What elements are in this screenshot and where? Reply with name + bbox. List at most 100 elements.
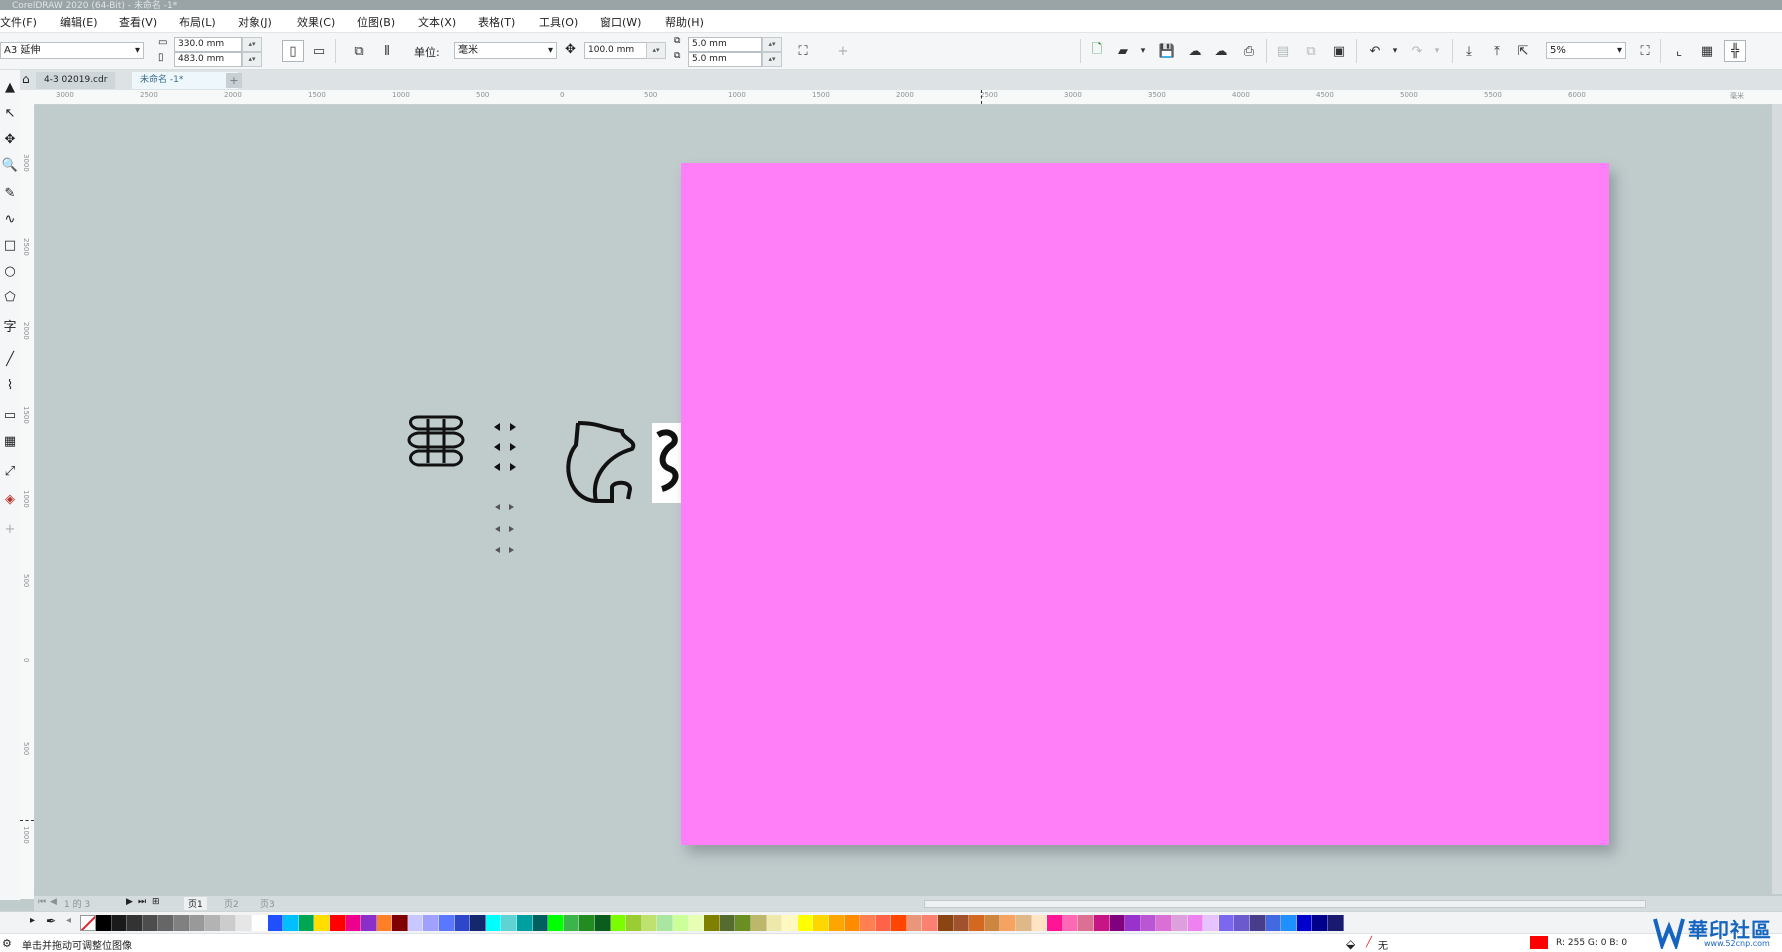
rectangle-tool[interactable]: □ [0,234,20,256]
shadow-tool[interactable]: ▭ [0,404,20,426]
color-swatch[interactable] [641,915,658,931]
color-swatch[interactable] [485,915,502,931]
color-swatch[interactable] [1203,915,1219,931]
color-swatch[interactable] [750,915,767,931]
add-page-button[interactable]: ⊞ [152,897,160,907]
color-swatch[interactable] [470,915,486,931]
unit-select[interactable]: 毫米 ▾ [454,42,557,59]
menu-edit[interactable]: 编辑(E) [60,14,98,30]
menu-effects[interactable]: 效果(C) [297,14,335,30]
duplicate-x-input[interactable]: 5.0 mm [688,37,762,52]
page-tab-3[interactable]: 页3 [260,897,275,910]
menu-window[interactable]: 窗口(W) [600,14,641,30]
color-swatch[interactable] [1031,915,1048,931]
dup-x-spinner[interactable]: ▴▾ [762,37,782,52]
menu-help[interactable]: 帮助(H) [665,14,704,30]
color-swatch[interactable] [1094,915,1110,931]
redo-dropdown-button[interactable]: ▾ [1426,40,1448,62]
menu-layout[interactable]: 布局(L) [179,14,216,30]
eyedropper-tool[interactable]: ⤢ [0,460,20,482]
color-swatch[interactable] [236,915,252,931]
color-swatch[interactable] [361,915,377,931]
color-swatch[interactable] [1249,915,1266,931]
color-swatch[interactable] [672,915,689,931]
horizontal-ruler[interactable]: 3000 2500 2000 1500 1000 500 0 500 1000 … [20,90,1782,105]
color-swatch[interactable] [953,915,970,931]
color-swatch[interactable] [189,915,206,931]
color-swatch[interactable] [1218,915,1235,931]
next-page-button[interactable]: ▶ [126,897,133,907]
color-swatch[interactable] [532,915,549,931]
all-pages-button[interactable]: ⧉ [348,40,370,62]
color-swatch[interactable] [298,915,315,931]
cloud-save-button[interactable]: ☁ [1210,40,1232,62]
color-swatch[interactable] [1234,915,1250,931]
color-swatch[interactable] [283,915,299,931]
color-swatch[interactable] [96,915,112,931]
color-swatch[interactable] [1000,915,1017,931]
color-swatch[interactable] [906,915,923,931]
undo-button[interactable]: ↶ [1364,40,1386,62]
palette-left-icon[interactable]: ◂ [66,915,71,926]
color-swatch[interactable] [735,915,751,931]
shape-tool[interactable]: ↖ [0,102,20,124]
publish-button[interactable]: ⇱ [1512,40,1534,62]
freehand-tool[interactable]: ✎ [0,182,20,204]
redo-button[interactable]: ↷ [1406,40,1428,62]
artistic-media-tool[interactable]: ∿ [0,208,20,230]
guides-button[interactable]: ╬ [1724,40,1746,62]
color-swatch[interactable] [1062,915,1079,931]
color-swatch[interactable] [345,915,362,931]
connector-tool[interactable]: ⌇ [0,374,20,396]
current-page-button[interactable]: ⫴ [376,40,398,62]
new-tab-button[interactable]: + [226,73,242,88]
transparency-tool[interactable]: ▦ [0,430,20,452]
color-swatch[interactable] [454,915,471,931]
dup-y-spinner[interactable]: ▴▾ [762,52,782,67]
color-swatch[interactable] [1312,915,1328,931]
open-button[interactable]: ▰ [1112,40,1134,62]
add-tool-button[interactable]: + [0,518,20,540]
swatch-row[interactable] [96,915,1344,931]
outline-color-swatch[interactable] [1530,936,1548,949]
horizontal-scrollbar[interactable] [924,900,1646,908]
palette-scroll-icon[interactable]: ▸ [30,915,35,926]
import-button[interactable]: ⤓ [1458,40,1480,62]
color-swatch[interactable] [423,915,440,931]
nudge-spinner[interactable]: ▴▾ [646,42,666,59]
ellipse-tool[interactable]: ○ [0,260,20,282]
menu-file[interactable]: 文件(F) [0,14,37,30]
page-tab-1[interactable]: 页1 [184,897,207,910]
color-swatch[interactable] [563,915,580,931]
color-swatch[interactable] [267,915,284,931]
color-swatch[interactable] [1016,915,1032,931]
color-swatch[interactable] [1047,915,1063,931]
pick-tool[interactable]: ▲ [0,76,20,98]
color-swatch[interactable] [1109,915,1126,931]
color-swatch[interactable] [1187,915,1204,931]
color-swatch[interactable] [439,915,455,931]
color-swatch[interactable] [329,915,346,931]
page-tab-2[interactable]: 页2 [224,897,239,910]
cloud-upload-button[interactable]: ☁ [1184,40,1206,62]
menu-bitmaps[interactable]: 位图(B) [357,14,395,30]
options-button[interactable]: ▦ [1696,40,1718,62]
color-swatch[interactable] [844,915,861,931]
color-swatch[interactable] [1296,915,1313,931]
color-swatch[interactable] [579,915,595,931]
color-swatch[interactable] [813,915,829,931]
color-swatch[interactable] [797,915,814,931]
duplicate-y-input[interactable]: 5.0 mm [688,52,762,67]
menu-view[interactable]: 查看(V) [119,14,157,30]
color-swatch[interactable] [704,915,720,931]
color-swatch[interactable] [1156,915,1172,931]
last-page-button[interactable]: ⏭ [138,897,146,907]
interactive-fill-tool[interactable]: ◈ [0,488,20,510]
menu-table[interactable]: 表格(T) [478,14,515,30]
color-swatch[interactable] [719,915,736,931]
color-swatch[interactable] [938,915,954,931]
color-swatch[interactable] [1281,915,1297,931]
color-swatch[interactable] [314,915,330,931]
color-swatch[interactable] [766,915,783,931]
color-swatch[interactable] [127,915,143,931]
